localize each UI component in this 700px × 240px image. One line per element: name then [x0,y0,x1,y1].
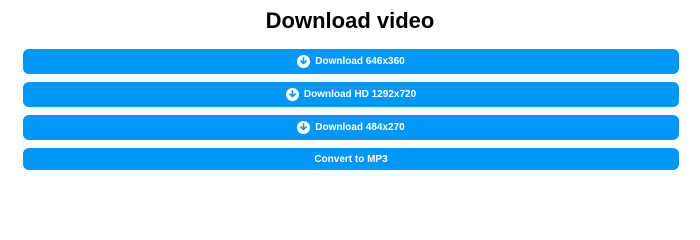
download-484x270-button[interactable]: Download 484x270 [23,115,679,140]
page-title: Download video [265,8,435,33]
download-646x360-button[interactable]: Download 646x360 [23,49,679,74]
download-hd-1292x720-button[interactable]: Download HD 1292x720 [23,82,679,107]
convert-to-mp3-button[interactable]: Convert to MP3 [23,148,679,170]
button-label: Convert to MP3 [314,153,388,165]
button-label: Download 484x270 [315,122,405,133]
download-circle-icon [297,121,311,134]
download-circle-icon [285,88,299,101]
download-circle-icon [297,55,311,68]
button-label: Download 646x360 [315,56,405,67]
button-label: Download HD 1292x720 [303,89,417,100]
download-page: Download video Download 646x360 Download… [0,0,700,203]
